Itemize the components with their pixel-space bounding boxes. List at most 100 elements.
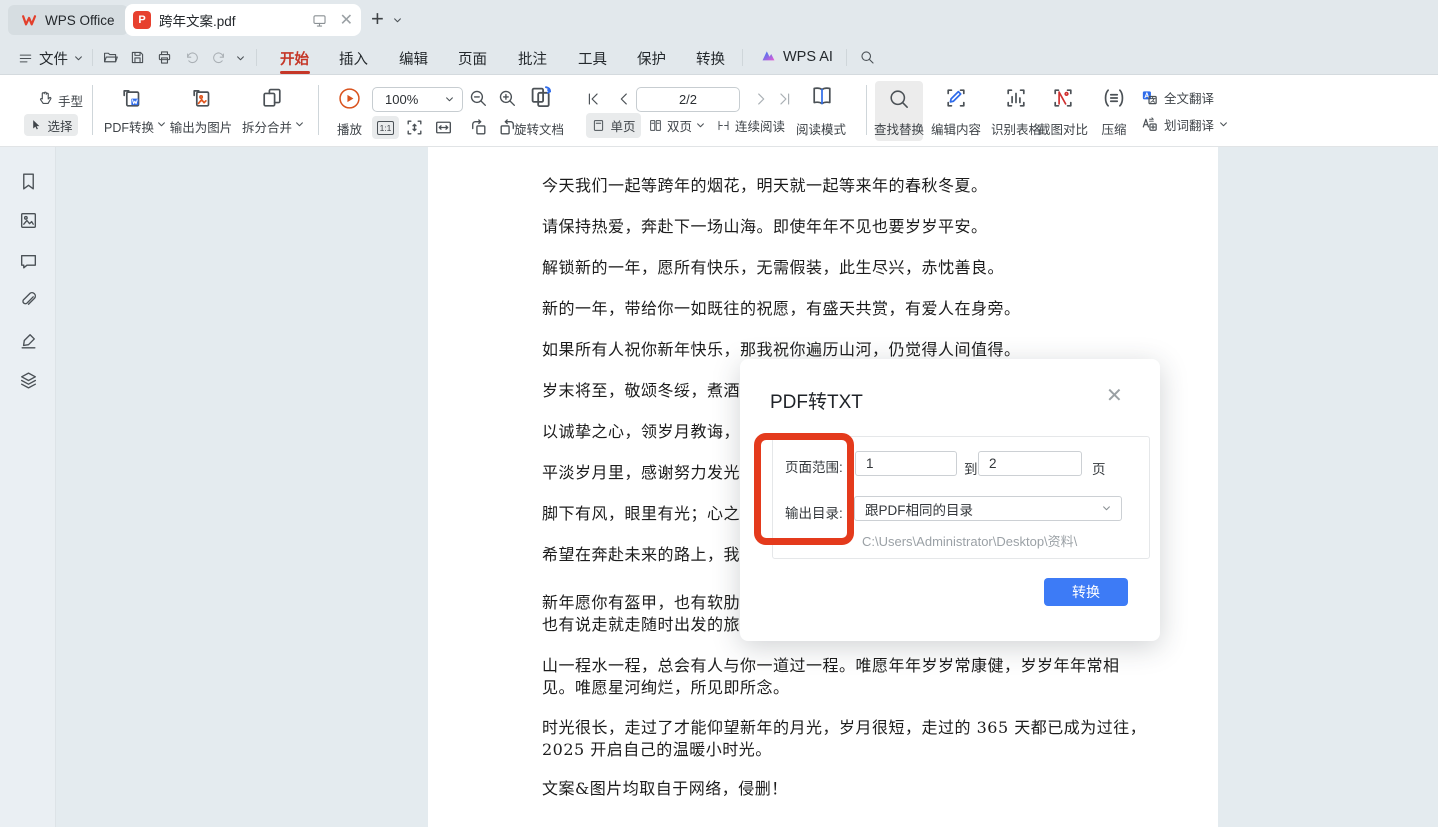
fit-page-icon[interactable] [404,117,425,138]
last-page-icon[interactable] [776,90,794,108]
select-tool-button[interactable]: 选择 [24,114,78,136]
range-to-input[interactable] [978,451,1082,476]
continuous-read-button[interactable]: 连续阅读 [716,113,785,138]
redo-icon[interactable] [211,50,227,66]
file-menu[interactable]: 文件 [18,48,83,69]
actual-size-button[interactable]: 1:1 [372,116,399,139]
save-icon[interactable] [129,49,146,66]
fit-width-icon[interactable] [433,117,454,138]
split-merge-label: 拆分合并 [242,117,292,136]
full-translate-button[interactable]: 全文翻译 [1140,88,1214,107]
tab-home[interactable]: 开始 [280,48,309,69]
export-image-icon[interactable] [189,85,215,111]
range-to-label: 到 [964,458,978,478]
tab-close-icon[interactable]: ✕ [340,10,353,30]
doc-line: 新的一年，带给你一如既往的祝愿，有盛天共赏，有爱人在身旁。 [542,295,1021,319]
full-translate-icon [1140,88,1159,107]
active-menu-underline [280,71,310,74]
table-recognize-icon[interactable] [1003,85,1029,111]
prev-page-icon[interactable] [615,90,633,108]
follow-screen-icon[interactable] [311,12,328,29]
range-from-input[interactable] [855,451,957,476]
rotate-document-icon[interactable] [527,83,555,111]
doc-line: 如果所有人祝你新年快乐，那我祝你遍历山河，仍觉得人间值得。 [542,336,1021,360]
zoom-combobox[interactable]: 100% [372,87,463,112]
tab-list-chevron-icon[interactable] [393,16,402,25]
tab-annotate[interactable]: 批注 [518,48,547,69]
doc-line: 也有说走就走随时出发的旅 [542,611,740,635]
play-label[interactable]: 播放 [337,119,362,138]
doc-line: 解锁新的一年，愿所有快乐，无需假装，此生尽兴，赤忱善良。 [542,254,1004,278]
comment-panel-icon[interactable] [18,251,39,272]
split-merge-icon[interactable] [259,85,285,111]
play-icon[interactable] [338,87,361,110]
menubar-search-icon[interactable] [859,49,876,66]
single-page-label: 单页 [610,116,635,135]
doc-line: 平淡岁月里，感谢努力发光 [542,459,740,483]
print-icon[interactable] [156,49,173,66]
dialog-close-icon[interactable]: ✕ [1106,383,1123,408]
double-page-button[interactable]: 双页 [648,113,705,138]
doc-line: 今天我们一起等跨年的烟花，明天就一起等来年的春秋冬夏。 [542,172,988,196]
double-page-chevron-icon [696,121,705,130]
wps-office-menu-button[interactable]: WPS Office [8,5,128,35]
first-page-icon[interactable] [584,90,602,108]
page-range-label: 页面范围: [785,456,843,476]
continuous-read-icon [716,118,731,133]
compress-label[interactable]: 压缩 [1098,119,1130,138]
word-translate-button[interactable]: 划词翻译 [1140,115,1228,134]
undo-history-chevron-icon[interactable] [236,54,245,63]
output-dir-select[interactable]: 跟PDF相同的目录 [854,496,1122,521]
wps-ai-button[interactable]: WPS AI [760,48,833,65]
file-menu-label: 文件 [39,48,68,69]
read-mode-icon[interactable] [809,83,835,109]
double-page-icon [648,118,663,133]
rotate-left-icon[interactable] [468,117,489,138]
tab-protect[interactable]: 保护 [637,48,666,69]
hand-tool-icon[interactable] [36,89,54,107]
export-image-button[interactable]: 输出为图片 [165,117,237,136]
zoom-out-icon[interactable] [468,88,489,109]
tab-convert[interactable]: 转换 [696,48,725,69]
pdf-convert-label: PDF转换 [104,117,154,136]
thumbnail-panel-icon[interactable] [18,210,39,231]
bookmark-panel-icon[interactable] [18,171,39,192]
read-mode-label[interactable]: 阅读模式 [796,119,846,138]
toolbar: 手型 选择 PDF转换 输出为图片 拆分合并 播放 100% 1:1 旋转文档 … [0,75,1438,147]
document-tab[interactable]: P 跨年文案.pdf ✕ [125,4,361,36]
edit-content-label[interactable]: 编辑内容 [928,119,984,138]
layers-panel-icon[interactable] [18,370,39,391]
hamburger-icon [18,51,33,66]
tab-edit[interactable]: 编辑 [399,48,428,69]
screenshot-compare-icon[interactable] [1050,85,1076,111]
page-indicator-field[interactable]: 2/2 [636,87,740,112]
new-tab-button[interactable]: + [371,6,384,32]
hand-tool-label[interactable]: 手型 [58,91,83,110]
doc-line: 以诚挚之心，领岁月教诲， [542,418,740,442]
pdf-convert-icon[interactable] [119,85,145,111]
zoom-in-icon[interactable] [497,88,518,109]
doc-line: 时光很长，走过了才能仰望新年的月光，岁月很短，走过的 365 天都已成为过往， [542,714,1146,738]
zoom-chevron-icon [445,95,454,104]
tab-page[interactable]: 页面 [458,48,487,69]
rotate-document-label[interactable]: 旋转文档 [514,119,564,138]
tab-tools[interactable]: 工具 [578,48,607,69]
convert-button[interactable]: 转换 [1044,578,1128,606]
screenshot-compare-label[interactable]: 截图对比 [1035,119,1091,138]
open-file-icon[interactable] [102,49,119,66]
full-translate-label: 全文翻译 [1164,88,1214,107]
tab-bar: WPS Office P 跨年文案.pdf ✕ + [0,0,1438,40]
undo-icon[interactable] [184,50,200,66]
edit-content-icon[interactable] [943,85,969,111]
next-page-icon[interactable] [752,90,770,108]
pdf-convert-button[interactable]: PDF转换 [100,117,170,136]
tab-insert[interactable]: 插入 [339,48,368,69]
signature-panel-icon[interactable] [18,330,39,351]
word-translate-chevron-icon [1219,120,1228,129]
split-merge-button[interactable]: 拆分合并 [238,117,308,136]
doc-line: 文案&图片均取自于网络，侵删！ [542,775,788,799]
compress-icon[interactable] [1101,85,1127,111]
wps-ai-logo-icon [760,48,777,65]
attachment-panel-icon[interactable] [18,290,39,311]
single-page-button[interactable]: 单页 [586,113,641,138]
